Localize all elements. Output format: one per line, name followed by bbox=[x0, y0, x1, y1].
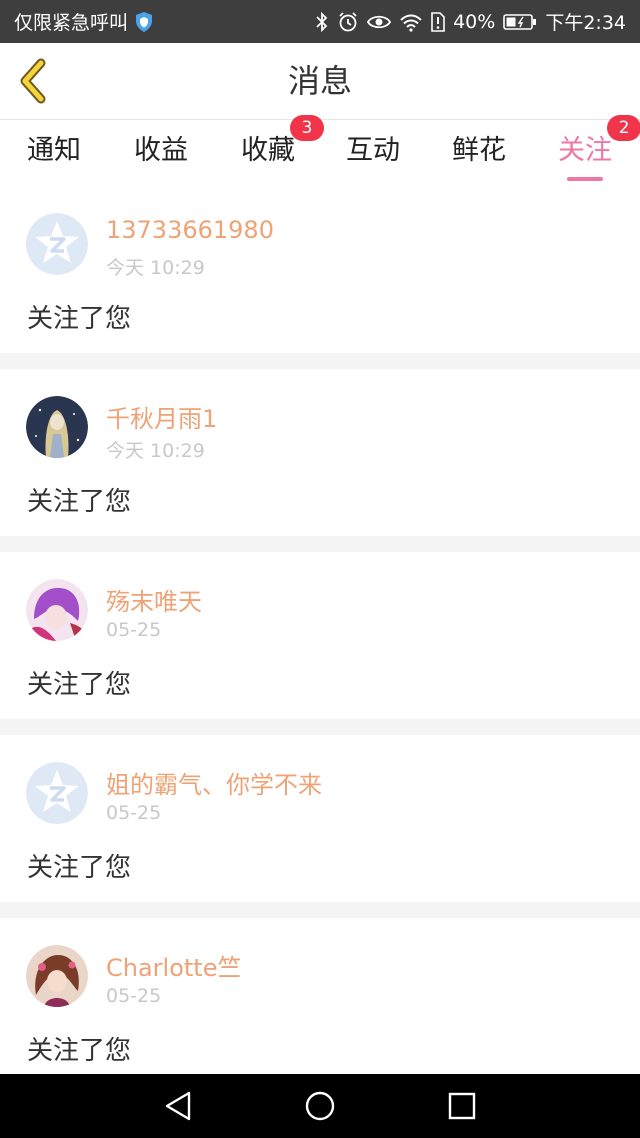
message-text: 关注了您 bbox=[27, 670, 132, 700]
nav-home-button[interactable] bbox=[300, 1086, 340, 1126]
timestamp: 今天 10:29 bbox=[106, 257, 205, 279]
battery-percent: 40% bbox=[453, 10, 496, 33]
default-avatar-icon[interactable] bbox=[26, 762, 88, 824]
message-text: 关注了您 bbox=[27, 304, 132, 334]
tab-notifications[interactable]: 通知 bbox=[4, 121, 104, 185]
list-item[interactable]: 千秋月雨1 今天 10:29 关注了您 bbox=[0, 369, 640, 536]
timestamp: 05-25 bbox=[106, 802, 162, 824]
user-avatar-image[interactable] bbox=[26, 396, 88, 458]
sim-alert-icon bbox=[431, 11, 445, 32]
tab-interactions[interactable]: 互动 bbox=[323, 121, 423, 185]
timestamp: 05-25 bbox=[106, 619, 162, 641]
tab-flowers[interactable]: 鲜花 bbox=[429, 121, 529, 185]
screen: 仅限紧急呼叫 40% 下午2:34 消息 通知 收益 收藏 3 互动 鲜花 关注… bbox=[0, 0, 640, 1138]
battery-icon bbox=[503, 13, 537, 31]
bluetooth-icon bbox=[315, 11, 329, 33]
list-item[interactable]: 13733661980 今天 10:29 关注了您 bbox=[0, 186, 640, 353]
tab-earnings[interactable]: 收益 bbox=[111, 121, 211, 185]
nav-recents-button[interactable] bbox=[442, 1086, 482, 1126]
username[interactable]: 姐的霸气、你学不来 bbox=[106, 765, 322, 800]
divider bbox=[0, 719, 640, 735]
alarm-icon bbox=[337, 11, 359, 33]
tab-bar: 通知 收益 收藏 3 互动 鲜花 关注 2 bbox=[0, 115, 640, 185]
timestamp: 今天 10:29 bbox=[106, 440, 205, 462]
tab-label: 收益 bbox=[134, 135, 188, 166]
message-text: 关注了您 bbox=[27, 487, 132, 517]
back-triangle-icon bbox=[165, 1091, 191, 1121]
tab-label: 收藏 bbox=[241, 135, 295, 166]
tab-label: 关注 bbox=[558, 135, 612, 166]
nav-back-button[interactable] bbox=[158, 1086, 198, 1126]
message-text: 关注了您 bbox=[27, 1036, 132, 1066]
message-list: 13733661980 今天 10:29 关注了您 千秋月雨1 今天 10:29… bbox=[0, 186, 640, 1085]
user-avatar-image[interactable] bbox=[26, 945, 88, 1007]
tab-favorites[interactable]: 收藏 3 bbox=[218, 115, 324, 185]
app-header: 消息 bbox=[0, 43, 640, 120]
tab-label: 鲜花 bbox=[452, 135, 506, 166]
system-navigation-bar bbox=[0, 1074, 640, 1138]
tab-label: 通知 bbox=[27, 135, 81, 166]
unread-badge: 2 bbox=[607, 115, 640, 141]
username[interactable]: 13733661980 bbox=[106, 216, 274, 244]
wifi-icon bbox=[399, 12, 423, 32]
tab-label: 互动 bbox=[346, 135, 400, 166]
divider bbox=[0, 536, 640, 552]
timestamp: 05-25 bbox=[106, 985, 162, 1007]
shield-icon bbox=[134, 11, 154, 33]
username[interactable]: 千秋月雨1 bbox=[106, 399, 217, 434]
list-item[interactable]: Charlotte竺 05-25 关注了您 bbox=[0, 918, 640, 1085]
divider bbox=[0, 353, 640, 369]
list-item[interactable]: 殇末唯天 05-25 关注了您 bbox=[0, 552, 640, 719]
list-item[interactable]: 姐的霸气、你学不来 05-25 关注了您 bbox=[0, 735, 640, 902]
page-title: 消息 bbox=[287, 62, 352, 100]
user-avatar-image[interactable] bbox=[26, 579, 88, 641]
divider bbox=[0, 902, 640, 918]
home-circle-icon bbox=[305, 1091, 335, 1121]
clock: 下午2:34 bbox=[545, 12, 626, 34]
eye-icon bbox=[367, 13, 392, 31]
default-avatar-icon[interactable] bbox=[26, 213, 88, 275]
active-tab-indicator bbox=[567, 177, 603, 181]
recents-square-icon bbox=[448, 1092, 476, 1120]
username[interactable]: Charlotte竺 bbox=[106, 948, 241, 983]
carrier-text: 仅限紧急呼叫 bbox=[14, 12, 129, 34]
status-bar: 仅限紧急呼叫 40% 下午2:34 bbox=[0, 0, 640, 43]
username[interactable]: 殇末唯天 bbox=[106, 582, 202, 617]
message-text: 关注了您 bbox=[27, 853, 132, 883]
tab-following[interactable]: 关注 2 bbox=[535, 115, 640, 185]
unread-badge: 3 bbox=[290, 115, 324, 141]
